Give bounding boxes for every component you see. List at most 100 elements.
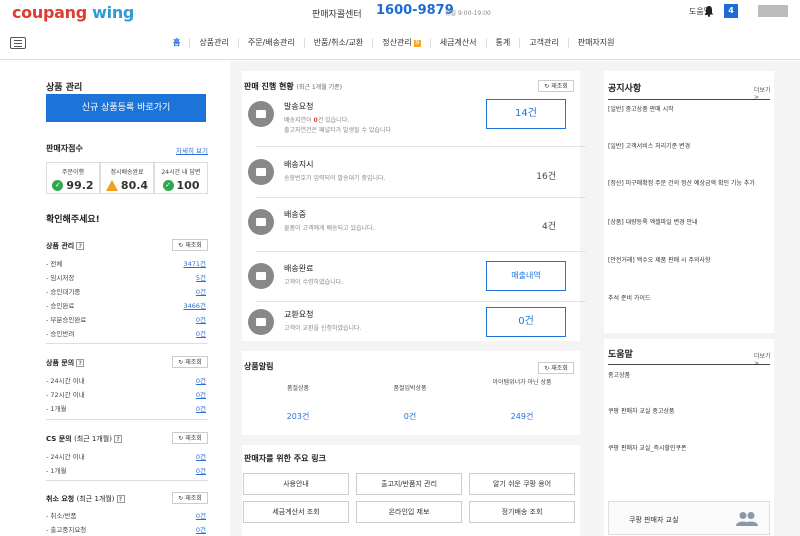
notice-card: 공지사항 더보기 > [일반] 중고상품 판매 시작 [일반] 고객서비스 처리… xyxy=(604,71,774,333)
stage-exchange-request: 교환요청 고객이 교환을 신청하였습니다. 0건 xyxy=(242,299,572,351)
list-item: - 1개월 0건 xyxy=(46,467,206,475)
product-refresh-button[interactable]: ↻ 재조회 xyxy=(172,239,208,251)
nav-home[interactable]: 홈 xyxy=(164,38,191,48)
notice-item[interactable]: [일반] 중고상품 판매 시작 xyxy=(608,104,770,115)
people-icon xyxy=(736,512,758,526)
help-item[interactable]: 쿠팡 판매자 교실_즉시할인쿠폰 xyxy=(608,443,770,454)
product-mgmt-title: 상품 관리 xyxy=(46,83,83,93)
nav-seller-support[interactable]: 판매자지원 xyxy=(569,38,624,48)
nav-orders[interactable]: 주문/배송관리 xyxy=(239,38,305,48)
notice-title: 공지사항 xyxy=(608,84,642,94)
exchange-icon xyxy=(248,309,274,335)
call-center-hours: 평일 9:00-19:00 xyxy=(445,10,491,17)
list-item: - 72시간 이내 0건 xyxy=(46,391,206,399)
divider xyxy=(46,480,208,481)
help-icon[interactable]: ? xyxy=(76,242,85,250)
left-panel: 상품 관리 신규 상품등록 바로가기 판매자점수 자세히 보기 주문이행 ✓ 99… xyxy=(0,61,230,536)
help-title: 도움말 xyxy=(608,350,633,360)
link-report[interactable]: 온라인입 제보 xyxy=(356,501,462,523)
divider xyxy=(46,419,208,420)
divider xyxy=(256,251,586,252)
link-coupang-terms[interactable]: 알기 쉬운 쿠팡 용어 xyxy=(469,473,575,495)
help-item[interactable]: 중고상품 xyxy=(608,370,770,381)
nav-products[interactable]: 상품관리 xyxy=(190,38,239,48)
product-alert-title: 상품알림 xyxy=(244,362,274,371)
notice-item[interactable]: 추석 준비 가이드 xyxy=(608,293,770,304)
notification-count-badge[interactable]: 4 xyxy=(724,4,738,18)
score-order-fulfillment: 주문이행 ✓ 99.2 xyxy=(46,162,100,194)
notice-item[interactable]: [안전거래] 백수오 제품 판매 시 주의사항 xyxy=(608,255,770,266)
list-item: - 승인반려 0건 xyxy=(46,330,206,338)
stage-ship-instruction: 배송지시 송장번호가 입력되어 발송대기 중입니다. 16건 xyxy=(242,149,572,201)
cs-refresh-button[interactable]: ↻ 재조회 xyxy=(172,432,208,444)
link-usage-guide[interactable]: 사용안내 xyxy=(243,473,349,495)
help-item[interactable]: 쿠팡 판매자 교실 중고상품 xyxy=(608,406,770,417)
help-icon[interactable]: ? xyxy=(76,359,85,367)
right-panel: 공지사항 더보기 > [일반] 중고상품 판매 시작 [일반] 고객서비스 처리… xyxy=(596,61,800,536)
check-icon: ✓ xyxy=(162,180,174,191)
list-item: - 전체 3471건 xyxy=(46,260,206,268)
nav-returns[interactable]: 반품/취소/교환 xyxy=(305,38,374,48)
box-icon xyxy=(248,263,274,289)
list-item: - 승인대기중 0건 xyxy=(46,288,206,296)
notice-item[interactable]: [상품] 대량등록 엑셀파일 변경 안내 xyxy=(608,217,770,228)
product-alert-card: 상품알림 ↻ 재조회 품절상품 203건 품절임박상품 0건 아이템위너가 아닌… xyxy=(242,351,580,435)
links-title: 판매자를 위한 주요 링크 xyxy=(244,454,326,463)
alert-refresh-button[interactable]: ↻ 재조회 xyxy=(538,362,574,374)
link-tax-invoice[interactable]: 세금계산서 조회 xyxy=(243,501,349,523)
inquiry-refresh-button[interactable]: ↻ 재조회 xyxy=(172,356,208,368)
list-item: - 임시저장 5건 xyxy=(46,274,206,282)
list-item: - 24시간 이내 0건 xyxy=(46,377,206,385)
nav-tax-invoice[interactable]: 세금계산서 xyxy=(431,38,487,48)
exchange-count-button[interactable]: 0건 xyxy=(486,307,566,337)
truck-icon xyxy=(248,159,274,185)
top-header: coupang wing 판매자콜센터 1600-9879 평일 9:00-19… xyxy=(0,0,800,26)
check-please-title: 확인해주세요! xyxy=(46,215,100,225)
call-center-label: 판매자콜센터 xyxy=(312,10,362,20)
list-item: - 1개월 0건 xyxy=(46,405,206,413)
nav-settlement[interactable]: 정산관리 N xyxy=(373,38,431,48)
cs-inquiry-heading: CS 문의 (최근 1개월)? xyxy=(46,434,122,444)
divider xyxy=(256,146,586,147)
list-item: - 승인완료 3466건 xyxy=(46,302,206,310)
notice-item[interactable]: [일반] 고객서비스 처리기준 변경 xyxy=(608,141,770,152)
sold-out-count[interactable]: 203건 xyxy=(258,411,338,422)
ship-instruction-count[interactable]: 16건 xyxy=(536,169,556,182)
link-warehouse-mgmt[interactable]: 출고지/반품지 관리 xyxy=(356,473,462,495)
divider xyxy=(46,343,208,344)
main-nav: 홈 상품관리 주문/배송관리 반품/취소/교환 정산관리 N 세금계산서 통계 고… xyxy=(0,26,800,60)
main-panel: 판매 진행 현황 (최근 1개월 기준) ↻ 재조회 발송요청 배송지연이 0건… xyxy=(230,61,596,536)
sales-history-button[interactable]: 매출내역 xyxy=(486,261,566,291)
divider xyxy=(256,197,586,198)
call-center-phone: 1600-9879 xyxy=(376,3,454,18)
list-item: - 24시간 이내 0건 xyxy=(46,453,206,461)
ship-request-count-button[interactable]: 14건 xyxy=(486,99,566,129)
near-sold-out-count[interactable]: 0건 xyxy=(370,411,450,422)
list-item: - 출고중지요청 0건 xyxy=(46,526,206,534)
main-links-card: 판매자를 위한 주요 링크 사용안내 출고지/반품지 관리 알기 쉬운 쿠팡 용… xyxy=(242,445,580,536)
help-icon[interactable]: ? xyxy=(113,435,122,443)
cancel-refresh-button[interactable]: ↻ 재조회 xyxy=(172,492,208,504)
score-on-time-delivery: 정시배송완료 80.4 xyxy=(100,162,154,194)
user-account[interactable] xyxy=(758,5,788,17)
bell-icon[interactable] xyxy=(703,5,715,17)
link-subscription[interactable]: 정기배송 조회 xyxy=(469,501,575,523)
check-icon: ✓ xyxy=(52,180,64,191)
non-item-winner-count[interactable]: 249건 xyxy=(482,411,562,422)
register-product-button[interactable]: 신규 상품등록 바로가기 xyxy=(46,94,206,122)
in-transit-count[interactable]: 4건 xyxy=(542,219,556,232)
stage-delivered: 배송완료 고객이 수령하였습니다. 매출내역 xyxy=(242,253,572,305)
score-reply-24h: 24시간 내 답변 ✓ 100 xyxy=(154,162,208,194)
nav-customers[interactable]: 고객관리 xyxy=(520,38,569,48)
score-detail-link[interactable]: 자세히 보기 xyxy=(176,145,208,155)
delivery-icon xyxy=(248,209,274,235)
notice-item[interactable]: [정산] 미구매확정 주문 건의 정산 예상금액 확인 기능 추가 xyxy=(608,178,770,189)
product-status-heading: 상품 관리? xyxy=(46,241,85,251)
coupang-wing-logo[interactable]: coupang wing xyxy=(12,3,134,22)
seller-school-banner[interactable]: 쿠팡 판매자 교실 xyxy=(608,501,770,535)
help-card: 도움말 더보기 > 중고상품 쿠팡 판매자 교실 중고상품 쿠팡 판매자 교실_… xyxy=(604,339,774,536)
hamburger-menu-icon[interactable] xyxy=(10,37,26,49)
help-icon[interactable]: ? xyxy=(116,495,125,503)
nav-statistics[interactable]: 통계 xyxy=(487,38,521,48)
inquiry-heading: 상품 문의? xyxy=(46,358,85,368)
